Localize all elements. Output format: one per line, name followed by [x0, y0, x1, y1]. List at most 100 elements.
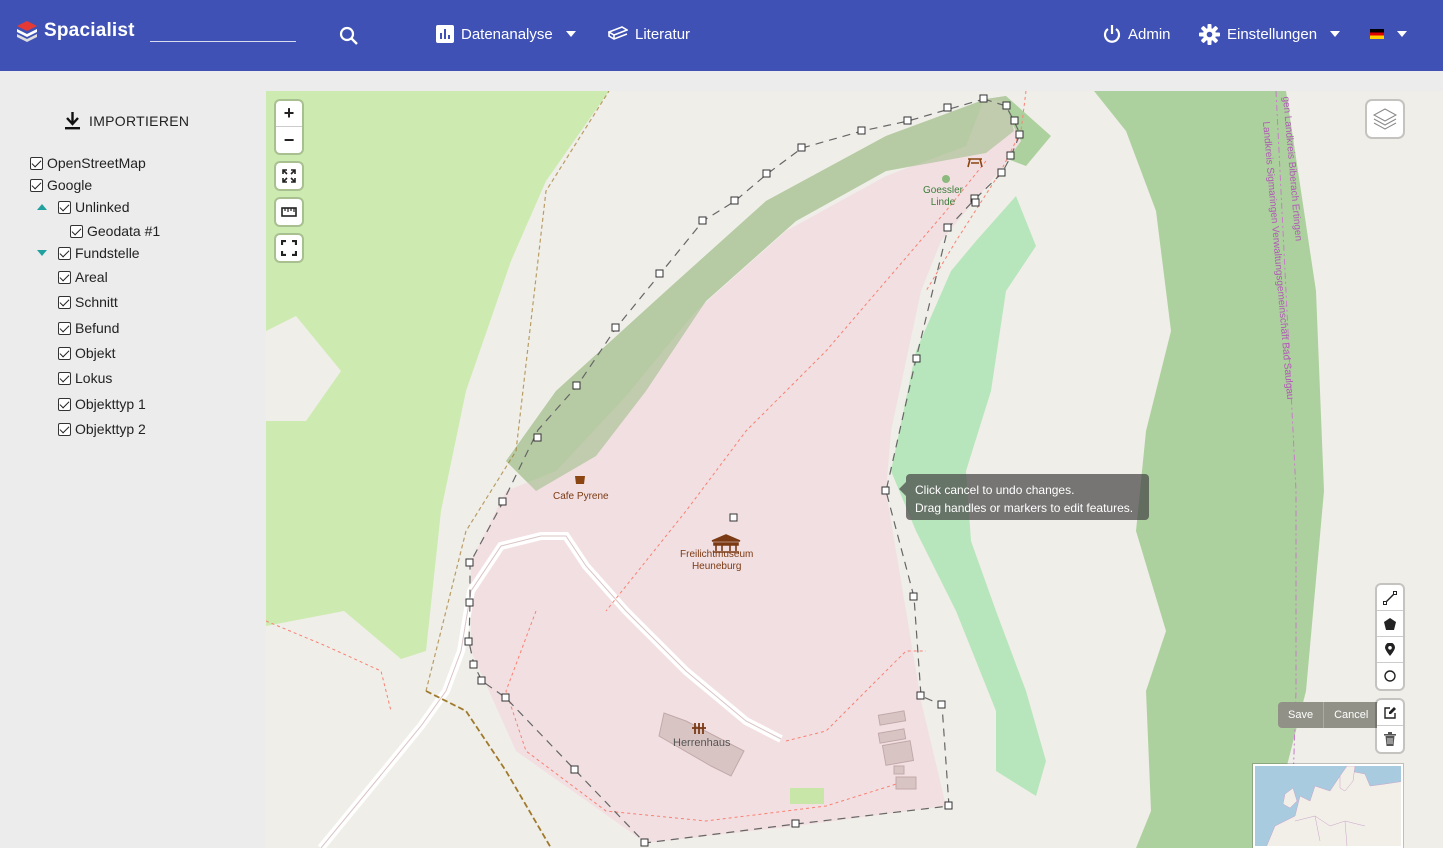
- layer-geodata-1[interactable]: Geodata #1: [70, 223, 160, 239]
- draw-polyline-button[interactable]: [1377, 585, 1403, 611]
- bar-chart-icon: [436, 25, 454, 43]
- ruler-icon: [281, 207, 297, 217]
- label-museum: Freilichtmuseum Heuneburg: [680, 549, 754, 572]
- search-input[interactable]: [150, 20, 296, 42]
- settings-menu[interactable]: Einstellungen: [1199, 22, 1341, 46]
- zoom-to-extent-button[interactable]: [276, 163, 302, 189]
- layer-label: Lokus: [75, 370, 113, 386]
- import-label: IMPORTIEREN: [89, 112, 190, 129]
- brand-name: Spacialist: [44, 20, 135, 41]
- layer-label: Schnitt: [75, 294, 118, 310]
- chevron-down-icon: [565, 31, 576, 37]
- layer-label: Objekttyp 1: [75, 396, 146, 412]
- checkbox[interactable]: [30, 156, 43, 170]
- layer-schnitt[interactable]: Schnitt: [58, 294, 118, 310]
- layer-lokus[interactable]: Lokus: [58, 370, 112, 386]
- import-button[interactable]: IMPORTIEREN: [64, 111, 189, 130]
- layer-label: Geodata #1: [87, 223, 161, 239]
- polygon-icon: [1384, 617, 1396, 630]
- edit-tooltip: Click cancel to undo changes. Drag handl…: [899, 474, 1149, 520]
- circle-icon: [1384, 670, 1396, 682]
- layer-befund[interactable]: Befund: [58, 320, 119, 336]
- chevron-down-icon: [1330, 31, 1341, 37]
- settings-label: Einstellungen: [1227, 25, 1318, 43]
- search-icon[interactable]: [338, 25, 360, 47]
- marker-icon: [1385, 642, 1395, 656]
- trash-icon: [1384, 732, 1396, 746]
- layer-label: Objekt: [75, 345, 116, 361]
- layer-google[interactable]: Google: [30, 177, 92, 193]
- layer-fundstelle[interactable]: Fundstelle: [58, 245, 140, 261]
- label-goessler-linde: Goessler Linde: [923, 185, 964, 208]
- polyline-icon: [1383, 590, 1397, 605]
- checkbox[interactable]: [58, 397, 71, 411]
- label-cafe: Cafe Pyrene: [553, 491, 609, 502]
- language-menu[interactable]: [1370, 22, 1407, 46]
- checkbox[interactable]: [58, 295, 71, 309]
- analysis-menu[interactable]: Datenanalyse: [436, 22, 576, 46]
- checkbox[interactable]: [58, 371, 71, 385]
- europe-map: [1266, 766, 1401, 846]
- gear-icon: [1199, 23, 1220, 45]
- fullscreen-icon: [281, 240, 297, 256]
- checkbox[interactable]: [70, 224, 83, 238]
- layer-switcher-button[interactable]: [1367, 101, 1403, 137]
- literature-link[interactable]: Literatur: [608, 22, 690, 46]
- layer-unlinked[interactable]: Unlinked: [58, 199, 129, 215]
- zoom-control: + −: [276, 101, 302, 153]
- draw-toolbar: [1377, 585, 1403, 689]
- admin-menu[interactable]: Admin: [1103, 22, 1171, 46]
- fullscreen-button[interactable]: [276, 235, 302, 261]
- layer-objekttyp-1[interactable]: Objekttyp 1: [58, 396, 146, 412]
- zoom-in-button[interactable]: +: [276, 101, 302, 127]
- layers-icon: [1372, 108, 1398, 130]
- layer-label: Befund: [75, 320, 120, 336]
- literature-label: Literatur: [635, 25, 691, 43]
- layer-label: Unlinked: [75, 199, 130, 215]
- admin-label: Admin: [1128, 25, 1171, 43]
- expand-arrows-icon: [282, 169, 296, 183]
- draw-marker-button[interactable]: [1377, 637, 1403, 663]
- edit-layers-button[interactable]: [1377, 700, 1403, 726]
- de-flag-icon: [1370, 29, 1384, 39]
- measure-control: [276, 199, 302, 225]
- delete-layers-button[interactable]: [1377, 726, 1403, 752]
- draw-polygon-button[interactable]: [1377, 611, 1403, 637]
- zoom-extent-control: [276, 163, 302, 189]
- layer-label: OpenStreetMap: [47, 155, 146, 171]
- layer-openstreetmap[interactable]: OpenStreetMap: [30, 155, 146, 171]
- draw-circle-button[interactable]: [1377, 663, 1403, 689]
- overview-minimap[interactable]: [1253, 764, 1403, 848]
- layer-areal[interactable]: Areal: [58, 269, 108, 285]
- layer-sidebar: IMPORTIEREN OpenStreetMap Google Unlinke…: [0, 71, 266, 848]
- expand-icon[interactable]: [37, 250, 47, 256]
- layer-label: Fundstelle: [75, 245, 140, 261]
- layer-label: Google: [47, 177, 93, 193]
- spacialist-logo-icon: [17, 21, 37, 42]
- zoom-out-button[interactable]: −: [276, 127, 302, 153]
- edit-toolbar: [1377, 700, 1403, 752]
- checkbox[interactable]: [30, 178, 43, 192]
- checkbox[interactable]: [58, 200, 71, 214]
- checkbox[interactable]: [58, 321, 71, 335]
- navbar: Spacialist Datenanalyse Literatur Admin: [0, 0, 1443, 71]
- cancel-button[interactable]: Cancel: [1323, 702, 1378, 728]
- edit-actions: Save Cancel: [1278, 702, 1379, 728]
- books-icon: [608, 26, 628, 40]
- layer-label: Areal: [75, 269, 108, 285]
- checkbox[interactable]: [58, 422, 71, 436]
- brand[interactable]: Spacialist: [16, 20, 135, 42]
- download-icon: [65, 112, 80, 130]
- map-view[interactable]: Goessler Linde Cafe Pyrene Freilichtmuseu…: [266, 91, 1443, 848]
- layer-objekt[interactable]: Objekt: [58, 345, 115, 361]
- collapse-icon[interactable]: [37, 204, 47, 210]
- label-herrenhaus: Herrenhaus: [673, 737, 731, 749]
- edit-icon: [1384, 706, 1396, 719]
- analysis-label: Datenanalyse: [461, 25, 553, 43]
- measure-button[interactable]: [276, 199, 302, 225]
- checkbox[interactable]: [58, 270, 71, 284]
- checkbox[interactable]: [58, 346, 71, 360]
- checkbox[interactable]: [58, 246, 71, 260]
- save-button[interactable]: Save: [1278, 702, 1323, 728]
- layer-objekttyp-2[interactable]: Objekttyp 2: [58, 421, 146, 437]
